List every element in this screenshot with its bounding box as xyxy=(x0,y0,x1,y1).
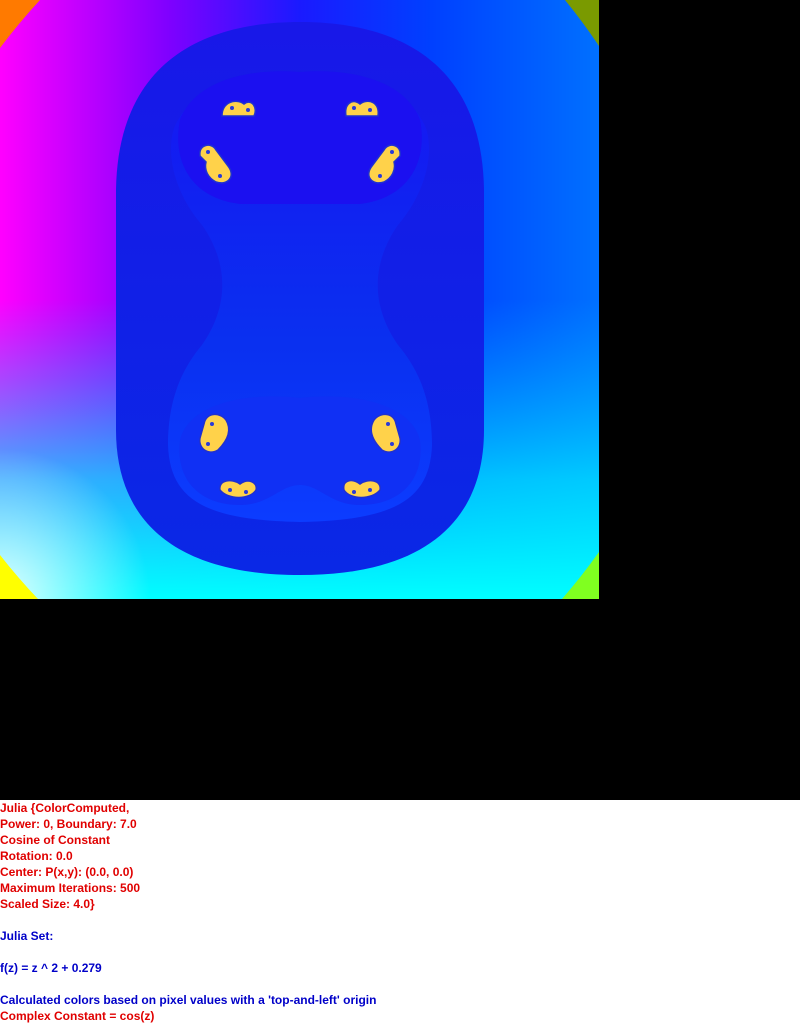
function-label: f(z) = z ^ 2 + 0.279 xyxy=(0,961,102,975)
params-line-4: Rotation: 0.0 xyxy=(0,849,73,863)
set-name-label: Julia Set: xyxy=(0,929,54,943)
params-line-2: Power: 0, Boundary: 7.0 xyxy=(0,817,137,831)
params-line-6: Maximum Iterations: 500 xyxy=(0,881,141,895)
params-line-3: Cosine of Constant xyxy=(0,833,110,847)
params-line-1: Julia {ColorComputed, xyxy=(0,801,130,815)
fractal-image xyxy=(0,0,599,599)
color-note-label: Calculated colors based on pixel values … xyxy=(0,993,377,1007)
params-line-5: Center: P(x,y): (0.0, 0.0) xyxy=(0,865,134,879)
constant-label: Complex Constant = cos(z) xyxy=(0,1009,155,1023)
params-line-7: Scaled Size: 4.0} xyxy=(0,897,95,911)
info-panel: Julia {ColorComputed, Power: 0, Boundary… xyxy=(0,800,800,1024)
